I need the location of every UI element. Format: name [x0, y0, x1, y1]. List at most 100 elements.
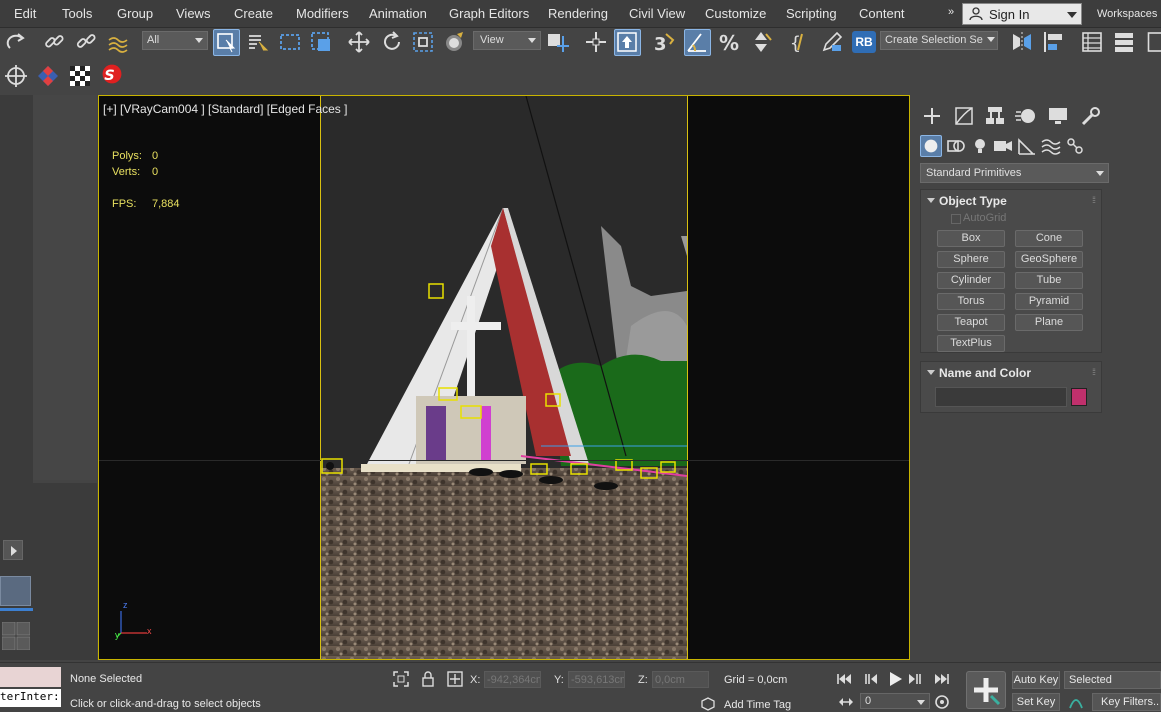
layer-explorer-icon[interactable] — [1112, 30, 1136, 54]
name-and-color-title[interactable]: Name and Color — [939, 366, 1031, 380]
reference-coordinate-select[interactable]: View — [473, 31, 541, 50]
rectangular-selection-icon[interactable] — [278, 30, 302, 54]
add-time-tag-button[interactable]: Add Time Tag — [724, 699, 791, 711]
menu-modifiers[interactable]: Modifiers — [296, 6, 349, 21]
menu-customize[interactable]: Customize — [705, 6, 766, 21]
sphere-button[interactable]: Sphere — [937, 251, 1005, 268]
previous-frame-icon[interactable] — [862, 671, 878, 687]
scene-explorer-icon[interactable] — [1080, 30, 1104, 54]
material-editor-icon[interactable] — [36, 64, 60, 88]
script-logo-icon[interactable]: S — [100, 62, 128, 90]
space-warps-category-icon[interactable] — [1040, 135, 1062, 157]
go-to-start-icon[interactable] — [836, 671, 852, 687]
menu-content[interactable]: Content — [859, 6, 905, 21]
object-type-title[interactable]: Object Type — [939, 194, 1007, 208]
z-coord-field[interactable]: 0,0cm — [652, 671, 709, 688]
menu-create[interactable]: Create — [234, 6, 273, 21]
time-tag-icon[interactable] — [700, 696, 716, 712]
select-by-name-icon[interactable] — [245, 30, 269, 54]
crosshair-icon[interactable] — [4, 64, 28, 88]
maxscript-listener-input[interactable] — [0, 667, 61, 687]
scale-icon[interactable] — [411, 30, 435, 54]
toolbar-overflow-icon[interactable] — [1142, 30, 1161, 54]
modify-tab-icon[interactable] — [951, 105, 977, 127]
bind-space-warp-icon[interactable] — [106, 30, 130, 54]
set-key-button[interactable]: Set Key — [1012, 693, 1060, 711]
play-icon[interactable] — [886, 670, 904, 688]
menu-overflow-chevron[interactable]: » — [948, 6, 954, 18]
teapot-button[interactable]: Teapot — [937, 314, 1005, 331]
cone-button[interactable]: Cone — [1015, 230, 1083, 247]
menu-tools[interactable]: Tools — [62, 6, 92, 21]
viewport-layout-grid-icon[interactable] — [2, 622, 30, 650]
cameras-category-icon[interactable] — [992, 135, 1014, 157]
redo-icon[interactable] — [4, 30, 28, 54]
menu-scripting[interactable]: Scripting — [786, 6, 837, 21]
motion-tab-icon[interactable] — [1013, 105, 1039, 127]
percent-snap-icon[interactable]: % — [718, 30, 742, 55]
utilities-tab-icon[interactable] — [1077, 105, 1103, 127]
viewport-label[interactable]: [+] [VRayCam004 ] [Standard] [Edged Face… — [103, 102, 347, 116]
menu-rendering[interactable]: Rendering — [548, 6, 608, 21]
menu-civil-view[interactable]: Civil View — [629, 6, 685, 21]
menu-edit[interactable]: Edit — [14, 6, 36, 21]
auto-key-button[interactable]: Auto Key — [1012, 671, 1060, 689]
absolute-mode-icon[interactable] — [447, 671, 463, 687]
link-icon[interactable] — [42, 30, 66, 54]
plane-button[interactable]: Plane — [1015, 314, 1083, 331]
select-manipulate-icon[interactable] — [584, 30, 608, 54]
create-tab-icon[interactable] — [919, 105, 945, 127]
workspaces-menu[interactable]: Workspaces — [1097, 8, 1157, 20]
rb-plugin-button[interactable]: RB — [852, 31, 876, 53]
isolate-selection-icon[interactable] — [393, 671, 409, 687]
go-to-end-icon[interactable] — [934, 671, 950, 687]
next-frame-icon[interactable] — [908, 671, 924, 687]
selection-filter-select[interactable]: All — [142, 31, 208, 50]
y-coord-field[interactable]: -593,613cm — [568, 671, 625, 688]
viewport-layout-button[interactable] — [0, 576, 31, 606]
menu-graph-editors[interactable]: Graph Editors — [449, 6, 529, 21]
key-filter-selection-select[interactable]: Selected — [1064, 671, 1161, 689]
helpers-category-icon[interactable] — [1016, 135, 1038, 157]
object-color-swatch[interactable] — [1071, 388, 1087, 406]
align-icon[interactable] — [1042, 30, 1066, 54]
x-coord-field[interactable]: -942,364cm — [484, 671, 541, 688]
key-filters-button[interactable]: Key Filters... — [1092, 693, 1161, 711]
create-selection-set-select[interactable]: Create Selection Se — [880, 31, 998, 50]
tube-button[interactable]: Tube — [1015, 272, 1083, 289]
mirror-icon[interactable] — [1010, 30, 1034, 54]
primitive-type-select[interactable]: Standard Primitives — [920, 163, 1109, 183]
lock-icon[interactable] — [420, 671, 436, 687]
rollout-drag-handle[interactable]: ⁞⁞ — [1092, 195, 1096, 205]
default-in-out-tangents-icon[interactable] — [1068, 694, 1084, 710]
pencil-icon[interactable] — [820, 30, 844, 54]
menu-group[interactable]: Group — [117, 6, 153, 21]
sign-in-button[interactable]: Sign In — [962, 3, 1082, 25]
pivot-center-icon[interactable] — [545, 30, 569, 54]
window-crossing-icon[interactable] — [309, 30, 333, 54]
cylinder-button[interactable]: Cylinder — [937, 272, 1005, 289]
unlink-icon[interactable] — [74, 30, 98, 54]
lights-category-icon[interactable] — [969, 135, 991, 157]
menu-views[interactable]: Views — [176, 6, 210, 21]
snaps-toggle-icon[interactable]: 3 — [652, 30, 676, 55]
shapes-category-icon[interactable] — [945, 135, 967, 157]
rollout-collapse-icon[interactable] — [927, 198, 935, 203]
rollout-collapse-icon[interactable] — [927, 370, 935, 375]
set-keys-button[interactable] — [966, 671, 1006, 709]
torus-button[interactable]: Torus — [937, 293, 1005, 310]
time-configuration-icon[interactable] — [934, 694, 950, 710]
move-icon[interactable] — [347, 30, 371, 54]
hierarchy-tab-icon[interactable] — [982, 105, 1008, 127]
maxscript-output[interactable]: terInter: — [0, 689, 61, 707]
rollout-drag-handle[interactable]: ⁞⁞ — [1092, 367, 1096, 377]
angle-snap-icon[interactable] — [684, 29, 711, 56]
autogrid-checkbox[interactable] — [951, 214, 961, 224]
geometry-category-icon[interactable] — [920, 135, 942, 157]
display-tab-icon[interactable] — [1045, 105, 1071, 127]
box-button[interactable]: Box — [937, 230, 1005, 247]
rotate-icon[interactable] — [380, 30, 404, 54]
object-name-field[interactable] — [935, 387, 1067, 407]
render-setup-icon[interactable] — [68, 64, 92, 88]
systems-category-icon[interactable] — [1064, 135, 1086, 157]
